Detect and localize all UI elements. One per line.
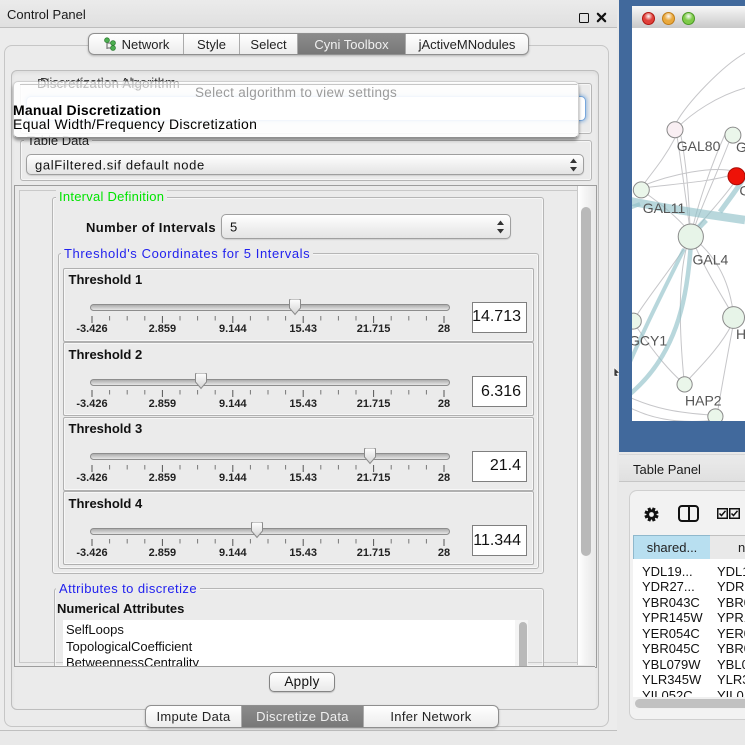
svg-text:HAP2: HAP2	[685, 393, 722, 409]
svg-text:CB: CB	[739, 183, 745, 199]
svg-text:GAL4: GAL4	[693, 251, 729, 267]
svg-text:GAL11: GAL11	[643, 200, 686, 216]
svg-text:GAL80: GAL80	[677, 138, 721, 154]
svg-text:H: H	[736, 326, 745, 342]
svg-text:GCY1: GCY1	[632, 332, 667, 348]
svg-text:GA: GA	[736, 139, 745, 155]
